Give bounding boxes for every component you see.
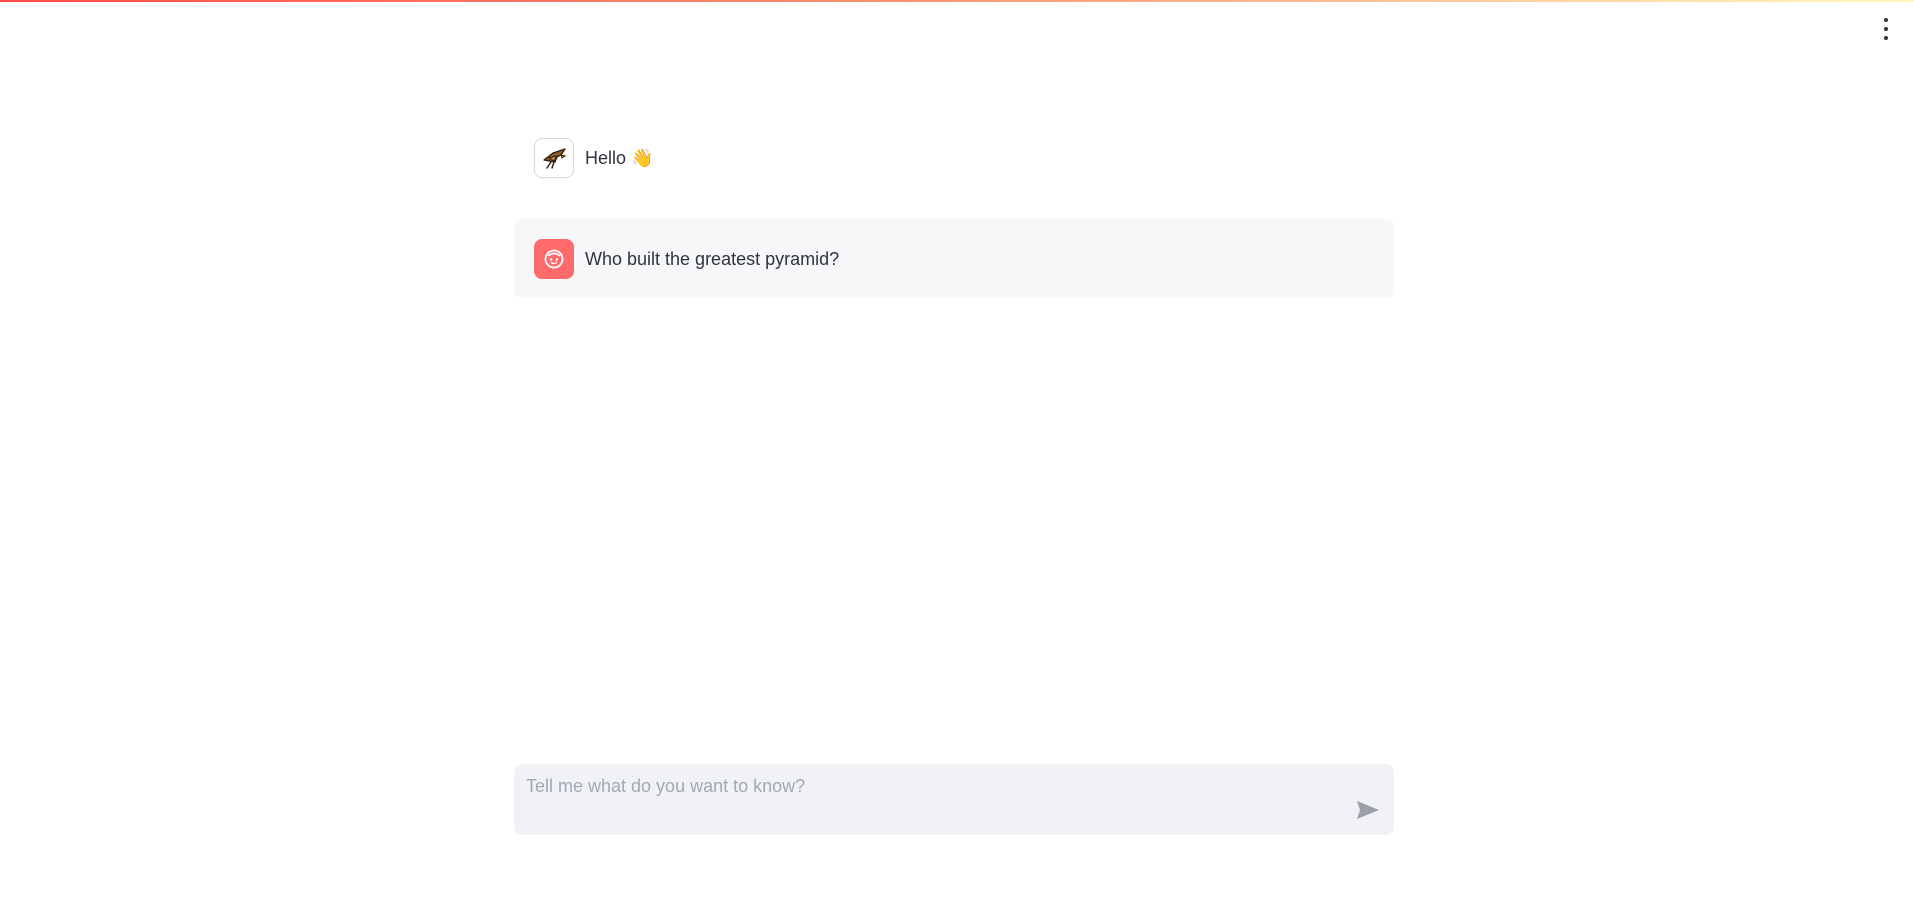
- user-message: Who built the greatest pyramid?: [514, 219, 1394, 298]
- main-menu-button[interactable]: [1880, 18, 1892, 40]
- send-arrow-icon: [1357, 801, 1379, 819]
- chat-input-field[interactable]: [526, 774, 1326, 824]
- user-message-text: Who built the greatest pyramid?: [585, 248, 840, 269]
- eagle-icon: [543, 148, 567, 169]
- chat-container: Hello 👋 Who built the greatest pyramid?: [514, 0, 1394, 918]
- kebab-menu-icon: [1884, 18, 1888, 22]
- chat-input-box: [514, 764, 1394, 835]
- assistant-message: Hello 👋: [514, 138, 1394, 178]
- kebab-menu-icon: [1884, 36, 1888, 40]
- kebab-menu-icon: [1884, 27, 1888, 31]
- user-avatar: [534, 238, 574, 279]
- assistant-avatar: [534, 138, 574, 178]
- send-button[interactable]: [1354, 798, 1382, 822]
- assistant-message-text: Hello 👋: [585, 148, 654, 168]
- smiley-face-icon: [544, 249, 564, 268]
